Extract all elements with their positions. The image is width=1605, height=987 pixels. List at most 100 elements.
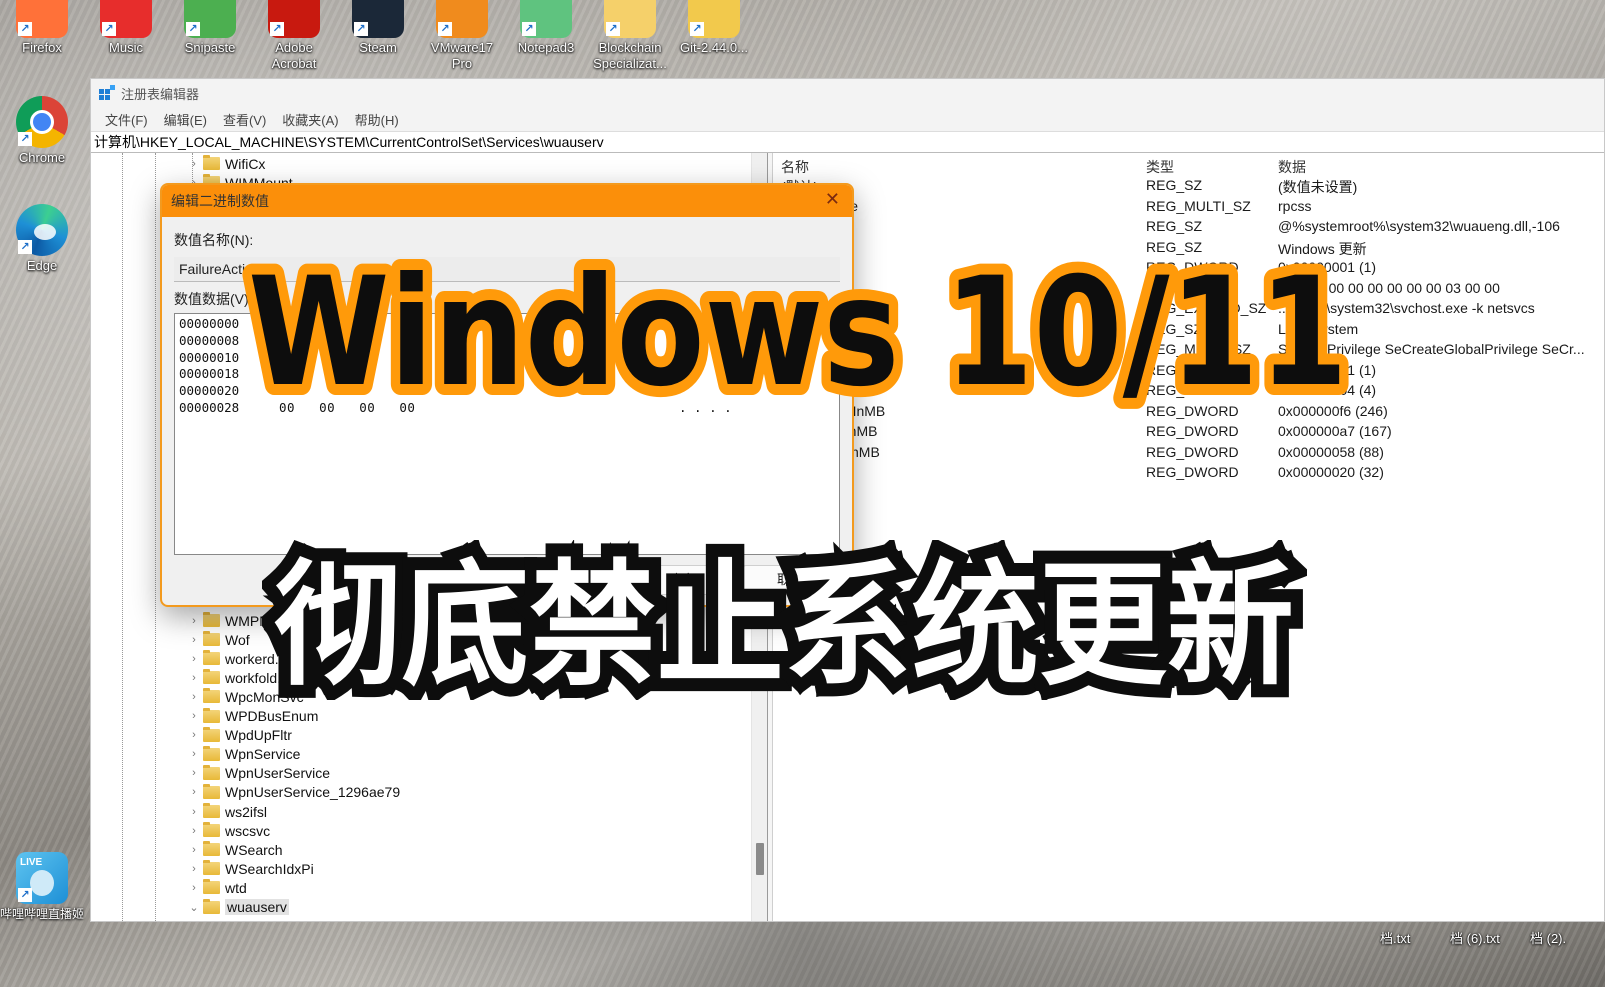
value-row[interactable]: (默认)REG_SZ(数值未设置) (773, 175, 1604, 195)
ok-button[interactable]: 确定 (634, 565, 730, 595)
desktop-icon-edge[interactable]: ↗ Edge (0, 204, 84, 274)
desktop-icon[interactable]: ↗ VMware17 Pro (420, 0, 504, 72)
value-row[interactable]: ...ameREG_SZWindows 更新 (773, 237, 1604, 257)
value-row[interactable]: ...ionsREG_BINARY...33 00 00 00 00 00 00… (773, 278, 1604, 298)
tree-item[interactable]: › WSearch (187, 840, 283, 859)
tree-item[interactable]: › WpnService (187, 745, 300, 764)
desktop-icon[interactable]: ↗ Steam (336, 0, 420, 56)
chevron-right-icon[interactable]: › (187, 691, 201, 703)
chevron-right-icon[interactable]: › (187, 786, 201, 798)
tree-item[interactable]: › WpdUpFltr (187, 726, 292, 745)
value-row[interactable]: ...MidLimitInMBREG_DWORD0x000000a7 (167) (773, 421, 1604, 441)
tree-item[interactable]: › ws2ifsl (187, 802, 267, 821)
desktop-icon[interactable]: ↗ Firefox (0, 0, 84, 56)
desktop-icon[interactable]: ↗ Notepad3 (504, 0, 588, 56)
tree-scrollbar-thumb[interactable] (756, 843, 764, 875)
tree-item-label: WifiCx (225, 155, 266, 172)
desktop-icon[interactable]: ↗ Adobe Acrobat (252, 0, 336, 72)
tree-item[interactable]: › WifiCx (187, 154, 265, 173)
value-row[interactable]: REG_DWORD 0x00000001 (1) (773, 360, 1604, 380)
chevron-right-icon[interactable]: › (187, 825, 201, 837)
chevron-right-icon[interactable]: › (187, 729, 201, 741)
hex-bytes: 00 00 00 00 (279, 399, 416, 415)
tree-item-label: wuauserv (225, 899, 289, 915)
column-header-type[interactable]: 类型 (1146, 157, 1174, 177)
chevron-right-icon[interactable]: › (187, 615, 201, 627)
column-header-data[interactable]: 数据 (1278, 157, 1306, 177)
tree-item[interactable]: › workerd... (187, 649, 286, 668)
value-row[interactable]: ...onREG_SZ@%systemroot%\system32\wuauen… (773, 216, 1604, 236)
folder-icon (203, 803, 220, 818)
close-icon[interactable]: ✕ (825, 189, 840, 210)
tree-item-label: WpcMonSvc (225, 688, 304, 705)
value-row[interactable]: REG_SZ LocalSystem (773, 319, 1604, 339)
bilibili-live-icon: LIVE ↗ (16, 852, 68, 904)
value-row[interactable]: REG_EXPAND_SZ ...root%\system32\svchost.e… (773, 298, 1604, 318)
tree-item[interactable]: › wtd (187, 878, 247, 897)
tree-item[interactable]: › WPDBusEnum (187, 707, 318, 726)
menu-bar: 文件(F) 编辑(E) 查看(V) 收藏夹(A) 帮助(H) (91, 107, 1604, 131)
tree-item[interactable]: ⌄ wuauserv (187, 898, 289, 917)
desktop-icon[interactable]: ↗ Snipaste (168, 0, 252, 56)
menu-edit[interactable]: 编辑(E) (156, 110, 215, 129)
chevron-right-icon[interactable]: › (187, 863, 201, 875)
menu-favorites[interactable]: 收藏夹(A) (274, 110, 346, 129)
cancel-button[interactable]: 取消 (742, 565, 838, 595)
menu-help[interactable]: 帮助(H) (347, 110, 407, 129)
chevron-right-icon[interactable]: › (187, 806, 201, 818)
value-row[interactable]: ...SoftLimitInMBREG_DWORD0x00000058 (88) (773, 442, 1604, 462)
shortcut-arrow-icon: ↗ (18, 132, 32, 146)
hex-row: 00000020 . (179, 383, 835, 400)
menu-view[interactable]: 查看(V) (215, 110, 274, 129)
tree-item[interactable]: › workfold... (187, 668, 289, 687)
tree-item[interactable]: › Wof (187, 630, 250, 649)
value-row[interactable]: ...trolREG_DWORD0x00000001 (1) (773, 257, 1604, 277)
hex-address: 00000020 (179, 383, 240, 399)
value-row[interactable]: REG_DWORD 0x00000020 (32) (773, 462, 1604, 482)
desktop-icon-chrome[interactable]: ↗ Chrome (0, 96, 84, 166)
tree-item[interactable]: › WpnUserService (187, 764, 330, 783)
chevron-right-icon[interactable]: › (187, 634, 201, 646)
menu-file[interactable]: 文件(F) (97, 110, 156, 129)
value-data: (数值未设置) (1278, 179, 1358, 195)
chevron-right-icon[interactable]: › (187, 653, 201, 665)
chevron-down-icon[interactable]: ⌄ (187, 901, 201, 914)
chevron-right-icon[interactable]: › (187, 844, 201, 856)
desktop-icon-label: Edge (26, 258, 58, 273)
desktop-file[interactable]: 档.txt (1380, 928, 1410, 947)
chevron-right-icon[interactable]: › (187, 672, 201, 684)
hex-data-editor[interactable]: 00000000 00000008 00000010 00000018 é 000000… (174, 313, 840, 555)
value-row[interactable]: ...OnServiceREG_MULTI_SZrpcss (773, 196, 1604, 216)
value-type: REG_BINARY (1146, 279, 1236, 296)
desktop-file[interactable]: 档 (2). (1530, 928, 1566, 947)
tree-item[interactable]: › WpcMonSvc (187, 687, 304, 706)
tree-item-label: WSearch (225, 841, 283, 858)
chevron-right-icon[interactable]: › (187, 882, 201, 894)
chevron-right-icon[interactable]: › (187, 158, 201, 170)
desktop-icon-label: Notepad3 (517, 40, 575, 55)
value-name-field[interactable]: FailureActions (174, 257, 840, 282)
tree-item[interactable]: › WpnUserService_1296ae79 (187, 783, 400, 802)
tree-item[interactable]: › WMPN... (187, 611, 281, 630)
value-row[interactable]: ...HardLimitInMBREG_DWORD0x000000f6 (246… (773, 401, 1604, 421)
title-bar[interactable]: 注册表编辑器 (91, 79, 1604, 107)
chevron-right-icon[interactable]: › (187, 748, 201, 760)
tree-item[interactable]: › wscsvc (187, 821, 270, 840)
folder-icon (203, 783, 220, 799)
tree-item[interactable]: › WSearchIdxPi (187, 859, 314, 878)
desktop-icon[interactable]: ↗ Music (84, 0, 168, 56)
chevron-right-icon[interactable]: › (187, 710, 201, 722)
notepad3-icon: ↗ (520, 0, 572, 38)
value-row[interactable]: REG_DWORD 0x00000004 (4) (773, 380, 1604, 400)
chevron-right-icon[interactable]: › (187, 767, 201, 779)
dialog-title-bar[interactable]: 编辑二进制数值 ✕ (162, 185, 852, 217)
desktop-icon[interactable]: ↗ Blockchain Specializat... (588, 0, 672, 72)
desktop-file[interactable]: 档 (6).txt (1450, 928, 1500, 947)
value-row[interactable]: ...egesREG_MULTI_SZSeAuditPrivilege SeCr… (773, 339, 1604, 359)
desktop-icon-bilibili-live[interactable]: LIVE ↗ 哔哩哔哩直播姬 (0, 852, 84, 922)
column-header-name[interactable]: 名称 (781, 157, 809, 177)
shortcut-arrow-icon: ↗ (18, 240, 32, 254)
desktop-icon[interactable]: ↗ Git-2.44.0... (672, 0, 756, 56)
address-bar[interactable]: 计算机\HKEY_LOCAL_MACHINE\SYSTEM\CurrentCon… (91, 131, 1604, 153)
vmware-icon: ↗ (436, 0, 488, 38)
